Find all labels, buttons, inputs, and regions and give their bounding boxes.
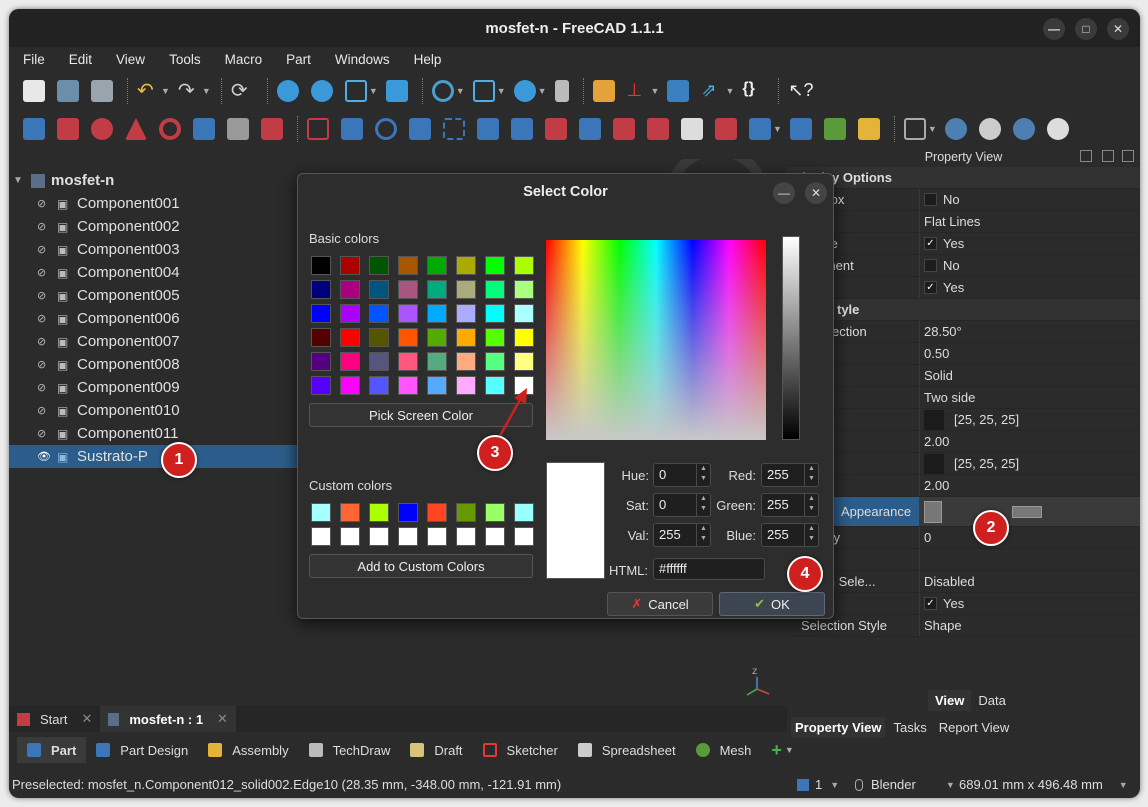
arrow-line [498,395,524,437]
annotation-overlay [498,388,527,437]
annotation-badge-2: 2 [973,510,1009,546]
annotation-badge-4: 4 [787,556,823,592]
annotation-badge-3: 3 [477,435,513,471]
annotation-badge-1: 1 [161,442,197,478]
arrow-head [514,388,527,404]
